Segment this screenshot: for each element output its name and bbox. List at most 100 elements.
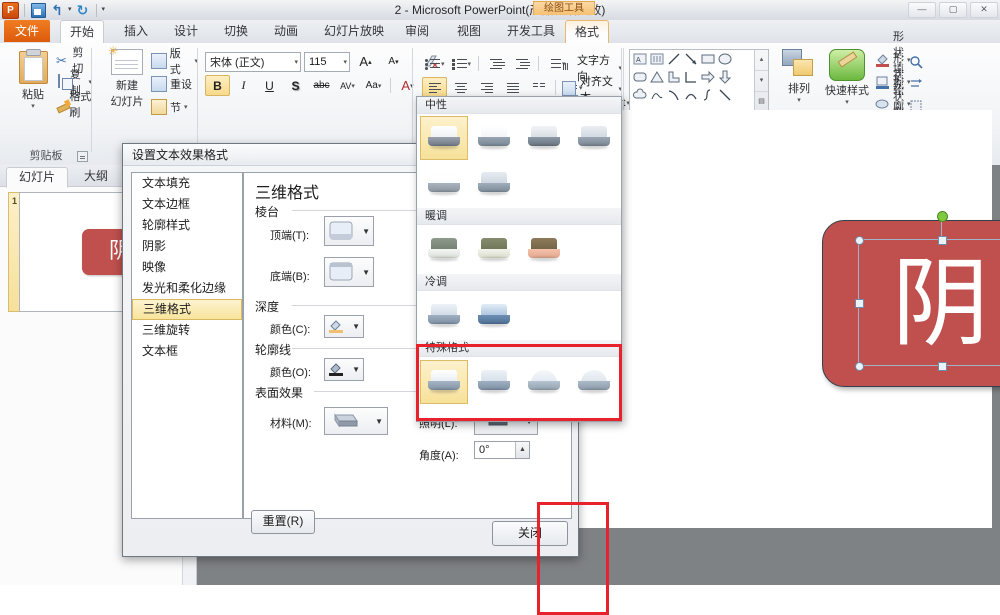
arrange-button[interactable]: 排列 ▾ <box>775 49 823 104</box>
nav-item-text-fill[interactable]: 文本填充 <box>132 173 242 194</box>
strikethrough-button[interactable]: abc <box>309 75 334 96</box>
bevel-option-soft-round[interactable] <box>470 162 518 206</box>
new-slide-button[interactable]: ✳ 新建 幻灯片 <box>101 49 153 109</box>
paste-dropdown-icon[interactable]: ▾ <box>10 102 56 110</box>
nav-item-rotation-3d[interactable]: 三维旋转 <box>132 320 242 341</box>
italic-button[interactable]: I <box>231 75 256 96</box>
resize-handle-n[interactable] <box>938 236 947 245</box>
tab-design[interactable]: 设计 <box>165 20 207 43</box>
chevron-down-icon[interactable]: ▼ <box>375 417 383 426</box>
tab-slideshow[interactable]: 幻灯片放映 <box>315 20 393 43</box>
pane-tab-outline[interactable]: 大纲 <box>72 167 120 186</box>
chevron-down-icon[interactable]: ▾ <box>294 58 298 66</box>
bevel-gallery-popup[interactable]: 中性 暖调 冷调 特殊格式 <box>416 96 622 422</box>
nav-item-format-3d[interactable]: 三维格式 <box>132 299 242 320</box>
layout-button[interactable]: 版式 ▾ <box>151 49 198 72</box>
font-name-combo[interactable]: 宋体 (正文) ▾ <box>205 52 301 72</box>
resize-handle-w[interactable] <box>855 299 864 308</box>
justify-button[interactable] <box>500 77 525 98</box>
text-shadow-button[interactable]: S <box>283 75 308 96</box>
underline-button[interactable]: U <box>257 75 282 96</box>
section-button[interactable]: 节 ▾ <box>151 95 198 118</box>
scribble-icon[interactable] <box>649 87 665 103</box>
bevel-option-divot[interactable] <box>520 228 568 272</box>
rotation-handle[interactable] <box>937 211 948 222</box>
gallery-scroll-down-icon[interactable]: ▾ <box>755 71 768 92</box>
depth-color-picker[interactable]: ▼ <box>324 315 364 338</box>
shapes-gallery-scrollbar[interactable]: ▴ ▾ ▤ <box>754 50 768 112</box>
close-window-button[interactable]: ✕ <box>970 2 998 18</box>
bevel-option-convex[interactable] <box>420 228 468 272</box>
angle-input[interactable]: 0° ▲ <box>474 441 530 459</box>
tab-format[interactable]: 格式 <box>565 20 609 45</box>
shrink-font-button[interactable]: A▾ <box>381 51 406 72</box>
gallery-more-icon[interactable]: ▤ <box>755 92 768 112</box>
diagonal-line-icon[interactable] <box>717 87 733 103</box>
pane-tab-slides[interactable]: 幻灯片 <box>6 167 68 188</box>
down-arrow-shape-icon[interactable] <box>717 69 733 85</box>
nav-item-outline-style[interactable]: 轮廓样式 <box>132 215 242 236</box>
bevel-option-angle[interactable] <box>420 162 468 206</box>
textbox-shape-icon[interactable]: A <box>632 51 648 67</box>
bevel-option-riblet[interactable] <box>420 294 468 338</box>
reset-button[interactable]: 重设 <box>151 72 198 95</box>
nav-item-glow-soft-edges[interactable]: 发光和柔化边缘 <box>132 278 242 299</box>
section-dropdown-icon[interactable]: ▾ <box>184 103 188 111</box>
align-right-button[interactable] <box>474 77 499 98</box>
numbering-button[interactable]: ▾ <box>449 53 475 74</box>
right-arrow-shape-icon[interactable] <box>700 69 716 85</box>
bevel-top-dropdown[interactable]: ▼ <box>324 216 374 246</box>
rounded-rectangle-icon[interactable] <box>632 69 648 85</box>
dialog-nav-list[interactable]: 文本填充 文本边框 轮廓样式 阴影 映像 发光和柔化边缘 三维格式 三维旋转 文… <box>131 172 243 519</box>
shapes-gallery[interactable]: A <box>629 49 769 113</box>
resize-handle-sw[interactable] <box>855 362 864 371</box>
oval-shape-icon[interactable] <box>717 51 733 67</box>
bevel-option-cross[interactable] <box>570 116 618 160</box>
find-button[interactable] <box>909 51 923 73</box>
window-controls[interactable]: — ▢ ✕ <box>908 2 998 18</box>
tab-developer[interactable]: 开发工具 <box>498 20 564 43</box>
angle-spinner[interactable]: ▲ <box>515 442 529 458</box>
format-painter-button[interactable]: 格式刷 <box>56 93 92 115</box>
resize-handle-s[interactable] <box>938 362 947 371</box>
elbow-connector-icon[interactable] <box>683 69 699 85</box>
increase-indent-button[interactable] <box>509 53 534 74</box>
material-dropdown[interactable]: ▼ <box>324 407 388 435</box>
nav-item-reflection[interactable]: 映像 <box>132 257 242 278</box>
line-shape-icon[interactable] <box>666 51 682 67</box>
reset-button[interactable]: 重置(R) <box>251 510 315 534</box>
ribbon-tab-strip[interactable]: 文件 开始 插入 设计 切换 动画 幻灯片放映 审阅 视图 开发工具 格式 <box>0 20 1000 44</box>
nav-item-text-box[interactable]: 文本框 <box>132 341 242 362</box>
minimize-button[interactable]: — <box>908 2 936 18</box>
bevel-option-cool-slant[interactable] <box>470 228 518 272</box>
maximize-button[interactable]: ▢ <box>939 2 967 18</box>
rounded-rectangle-shape[interactable]: 阴 <box>822 220 1000 387</box>
arrow-shape-icon[interactable] <box>683 51 699 67</box>
bullets-button[interactable]: ▾ <box>422 53 448 74</box>
tab-transitions[interactable]: 切换 <box>215 20 257 43</box>
change-case-button[interactable]: Aa▾ <box>361 75 386 96</box>
decrease-indent-button[interactable] <box>483 53 508 74</box>
rectangle-shape-icon[interactable] <box>700 51 716 67</box>
arc-icon[interactable] <box>683 87 699 103</box>
vertical-textbox-icon[interactable] <box>649 51 665 67</box>
character-spacing-button[interactable]: AV▾ <box>335 75 360 96</box>
tab-view[interactable]: 视图 <box>448 20 490 43</box>
tab-insert[interactable]: 插入 <box>115 20 157 43</box>
tab-animations[interactable]: 动画 <box>265 20 307 43</box>
nav-item-text-outline[interactable]: 文本边框 <box>132 194 242 215</box>
contour-color-picker[interactable]: ▼ <box>324 358 364 381</box>
tab-review[interactable]: 审阅 <box>396 20 438 43</box>
paste-button[interactable]: 粘贴 ▾ <box>10 51 56 110</box>
clipboard-dialog-launcher[interactable] <box>77 151 88 162</box>
font-size-combo[interactable]: 115 ▾ <box>304 52 350 72</box>
quick-styles-dropdown-icon[interactable]: ▾ <box>823 98 871 106</box>
arrange-dropdown-icon[interactable]: ▾ <box>775 96 823 104</box>
bevel-option-slope[interactable] <box>520 116 568 160</box>
bevel-option-round[interactable] <box>470 116 518 160</box>
gallery-scroll-up-icon[interactable]: ▴ <box>755 50 768 71</box>
bold-button[interactable]: B <box>205 75 230 96</box>
tab-file[interactable]: 文件 <box>4 20 50 42</box>
chevron-down-icon[interactable]: ▼ <box>362 227 370 236</box>
corner-shape-icon[interactable] <box>666 69 682 85</box>
